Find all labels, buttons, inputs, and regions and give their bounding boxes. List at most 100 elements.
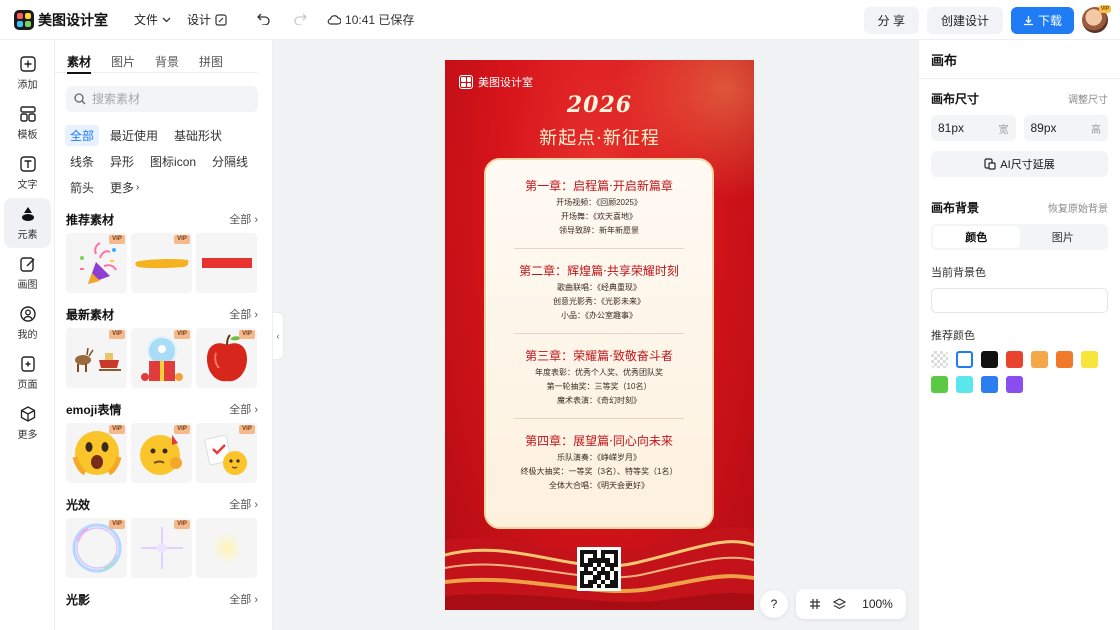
see-all-link[interactable]: 全部 › [229,496,258,512]
asset-red-bar[interactable] [196,233,257,293]
color-swatch[interactable] [981,351,998,368]
chip-basic-shapes[interactable]: 基础形状 [169,125,227,146]
file-menu[interactable]: 文件 [134,11,171,28]
tab-image[interactable]: 图片 [1020,226,1107,248]
asset-brush-stroke[interactable]: VIP [131,233,192,293]
chip-dividers[interactable]: 分隔线 [207,151,253,172]
color-swatch[interactable] [1081,351,1098,368]
zoom-level[interactable]: 100% [862,597,893,611]
rail-item-add[interactable]: 添加 [0,48,55,98]
search-box[interactable] [66,86,258,112]
rail-item-elements[interactable]: 元素 [4,198,51,248]
chapter-line: 第一轮抽奖：三等奖（10名） [546,382,652,391]
chapter-line: 歌曲联唱：《经典重现》 [557,283,641,292]
layers-icon[interactable] [833,598,847,610]
app-logo[interactable]: 美图设计室 [14,9,108,30]
rail-item-page[interactable]: 页面 [0,348,55,398]
rail-item-draw[interactable]: 画图 [0,248,55,298]
asset-apple[interactable]: VIP [196,328,257,388]
poster-brand: 美图设计室 [459,74,533,90]
tab-backgrounds[interactable]: 背景 [155,53,179,73]
tab-images[interactable]: 图片 [111,53,135,73]
asset-party-popper[interactable]: VIP [66,233,127,293]
resize-link[interactable]: 调整尺寸 [1068,91,1108,106]
download-button[interactable]: 下载 [1010,6,1074,34]
redo-icon[interactable] [293,12,307,28]
shocked-emoji-icon [72,431,121,476]
avatar[interactable]: VIP [1082,5,1111,33]
rail-item-text[interactable]: 文字 [0,148,55,198]
template-icon [19,106,36,122]
top-bar: 美图设计室 文件 设计 10:41 已保存 分 享 创建设计 下载 VIP [0,0,1120,40]
width-field[interactable]: 81px 宽 [931,115,1016,141]
asset-star-glint[interactable]: VIP [131,518,192,578]
chip-icons[interactable]: 图标icon [145,151,201,172]
section-title: emoji表情 [66,402,122,417]
chip-arrows[interactable]: 箭头 [65,177,99,198]
asset-thinking-emoji[interactable]: VIP [131,423,192,483]
grid-icon[interactable] [809,598,821,610]
qr-code [577,547,621,591]
asset-reindeer-sleigh[interactable]: VIP [66,328,127,388]
current-bg-color[interactable] [931,288,1108,313]
width-unit: 宽 [998,124,1009,136]
asset-shocked-emoji[interactable]: VIP [66,423,127,483]
rail-label: 页面 [17,380,38,391]
asset-note-emoji[interactable]: VIP [196,423,257,483]
canvas-toolbar: 100% [796,589,906,619]
current-bg-row: 当前背景色 [919,264,1120,280]
reset-bg-link[interactable]: 恢复原始背景 [1048,200,1108,215]
color-swatch[interactable] [931,351,948,368]
color-swatch[interactable] [956,351,973,368]
chapter-1: 第一章：启程篇·开启新篇章 开场视频：《回顾2025》 开场舞：《欢天喜地》 领… [486,176,712,238]
see-all-link[interactable]: 全部 › [229,591,258,607]
see-all-link[interactable]: 全部 › [229,401,258,417]
ai-extend-button[interactable]: AI尺寸延展 [931,151,1108,177]
collapse-panel-handle[interactable]: ‹ [273,312,284,360]
height-field[interactable]: 89px 高 [1023,115,1108,141]
help-button[interactable]: ? [760,590,788,618]
tab-collage[interactable]: 拼图 [199,53,223,73]
chip-all[interactable]: 全部 [65,125,100,146]
rail-label: 模板 [17,130,38,141]
asset-glow[interactable] [196,518,257,578]
chapter-line: 终极大抽奖：一等奖（3名）、特等奖（1名） [520,467,678,476]
see-all-link[interactable]: 全部 › [229,211,258,227]
rail-item-more[interactable]: 更多 [0,398,55,448]
poster-canvas[interactable]: 美图设计室 2026 新起点·新征程 第一章：启程篇·开启新篇章 开场视频：《回… [445,60,754,610]
color-swatch[interactable] [1006,351,1023,368]
share-button[interactable]: 分 享 [863,6,919,34]
see-all-link[interactable]: 全部 › [229,306,258,322]
height-unit: 高 [1091,124,1101,136]
color-swatch[interactable] [1056,351,1073,368]
search-input[interactable] [92,92,242,106]
color-swatch[interactable] [931,376,948,393]
chapter-line: 魔术表演：《奇幻时刻》 [557,396,641,405]
chip-recent[interactable]: 最近使用 [105,125,163,146]
color-swatch[interactable] [956,376,973,393]
tab-color[interactable]: 颜色 [933,226,1020,248]
color-swatch[interactable] [981,376,998,393]
color-swatch[interactable] [1031,351,1048,368]
recommended-label: 推荐颜色 [931,330,975,342]
section-light-effects: 光效 全部 › VIP VIP [55,495,272,578]
rail-item-mine[interactable]: 我的 [0,298,55,348]
rail-label: 元素 [17,230,38,241]
download-label: 下载 [1037,13,1062,28]
create-design-button[interactable]: 创建设计 [926,6,1003,34]
star-glint-icon [140,527,183,569]
design-menu[interactable]: 设计 [187,11,227,28]
add-page-icon [20,356,35,372]
chip-irregular[interactable]: 异形 [105,151,139,172]
tab-materials[interactable]: 素材 [67,53,92,74]
left-rail: 添加 模板 文字 元素 画图 我的 页面 更多 [0,40,55,630]
chapter-line: 小品：《办公室趣事》 [561,311,637,320]
color-swatch[interactable] [1006,376,1023,393]
undo-icon[interactable] [257,12,271,28]
asset-snow-globe[interactable]: VIP [131,328,192,388]
asset-bubble-light[interactable]: VIP [66,518,127,578]
chip-lines[interactable]: 线条 [65,151,99,172]
chip-more[interactable]: 更多 › [105,177,144,198]
rail-item-template[interactable]: 模板 [0,98,55,148]
chevron-down-icon [162,17,171,22]
